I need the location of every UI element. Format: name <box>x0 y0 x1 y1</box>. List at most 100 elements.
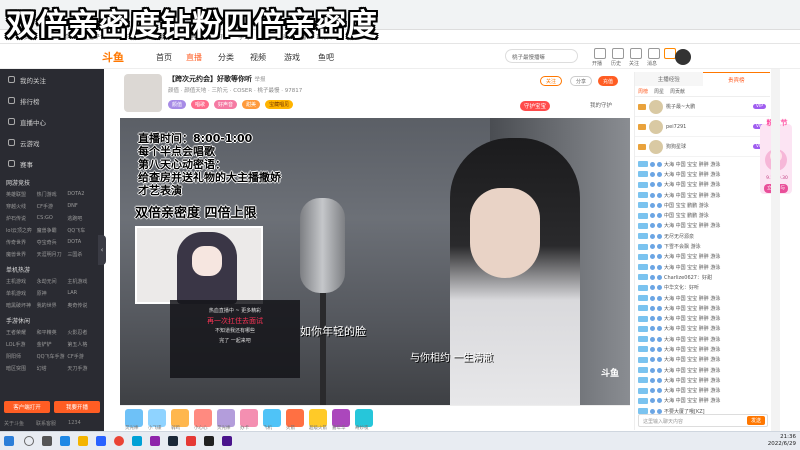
category-link[interactable]: 魔兽争霸 <box>37 227 68 234</box>
category-link[interactable]: 夺宝奇兵 <box>37 239 68 246</box>
search-input[interactable]: 桃子最慢播嘛 <box>505 49 578 63</box>
category-link[interactable]: 热门游戏 <box>37 191 68 198</box>
streamer-avatar[interactable] <box>124 74 162 112</box>
category-link[interactable]: LOL手游 <box>6 341 37 348</box>
nav-game[interactable]: 游戏 <box>284 52 300 63</box>
category-link[interactable]: 暗区突围 <box>6 365 37 372</box>
category-link[interactable]: 英雄联盟 <box>6 191 37 198</box>
app-icon[interactable] <box>222 436 232 446</box>
room-tag[interactable]: 唱歌 <box>191 100 210 109</box>
message-icon[interactable] <box>648 48 660 59</box>
category-link[interactable]: 永劫无间 <box>37 278 68 285</box>
rank-row[interactable]: 桃子最~大鹏 VIP <box>635 97 770 117</box>
category-link[interactable]: 主机游戏 <box>6 278 37 285</box>
sidebar-item-cloud[interactable]: 云游戏 <box>0 132 104 153</box>
chat-message[interactable]: 大海 中国 宝宝 胖胖 游泳 <box>638 313 767 323</box>
category-link[interactable]: 魔兽世界 <box>6 251 37 258</box>
category-link[interactable]: 穿越火线 <box>6 203 37 210</box>
category-link[interactable]: CF手游 <box>37 203 68 210</box>
video-player[interactable]: 直播时间：8:00-1:00 每个半点会唱歌 第八天心动密语： 给查房并送礼物的… <box>120 118 630 405</box>
subtab-star[interactable]: 周星 <box>654 88 664 95</box>
chat-message[interactable]: 大海 中国 宝宝 胖胖 游泳 <box>638 375 767 385</box>
category-link[interactable]: 和平精英 <box>37 329 68 336</box>
app-icon[interactable] <box>150 436 160 446</box>
share-button[interactable]: 分享 <box>570 76 593 86</box>
chat-message[interactable]: 大海 中国 宝宝 胖胖 游泳 <box>638 386 767 396</box>
category-link[interactable]: lol云顶之弈 <box>6 227 37 234</box>
category-link[interactable]: 奥奇传说 <box>67 302 98 309</box>
system-clock[interactable]: 21:36 2022/6/29 <box>768 434 796 448</box>
category-link[interactable]: 炉石传说 <box>6 215 37 222</box>
category-link[interactable]: QQ飞车手游 <box>37 353 68 360</box>
start-icon[interactable] <box>4 436 14 446</box>
chat-message[interactable]: Charlize0627：好甜 <box>638 272 767 282</box>
chat-message[interactable]: 大海 中国 宝宝 胖胖 游泳 <box>638 180 767 190</box>
nav-live[interactable]: 直播 <box>186 52 202 63</box>
category-link[interactable]: CF手游 <box>67 353 98 360</box>
chat-message[interactable]: 大海 中国 宝宝 胖胖 游泳 <box>638 262 767 272</box>
taskview-icon[interactable] <box>42 436 52 446</box>
follow-button[interactable]: 关注 <box>540 76 563 86</box>
category-link[interactable]: 王者荣耀 <box>6 329 37 336</box>
my-guard-link[interactable]: 我的守护 <box>590 101 612 109</box>
open-client-button[interactable]: 客户端打开 <box>4 401 50 413</box>
category-link[interactable]: LAR <box>67 290 98 297</box>
category-link[interactable]: 逃跑吧 <box>67 215 98 222</box>
category-link[interactable]: 幻塔 <box>37 365 68 372</box>
chat-message[interactable]: 大海 中国 宝宝 胖胖 游泳 <box>638 303 767 313</box>
chat-input[interactable]: 这里输入聊天内容 发送 <box>638 414 768 427</box>
nav-video[interactable]: 视频 <box>250 52 266 63</box>
sidebar-item-follow[interactable]: 我的关注 <box>0 69 104 90</box>
chat-message[interactable]: 大海 中国 宝宝 胖胖 游泳 <box>638 221 767 231</box>
chat-message[interactable]: 大海 中国 宝宝 胖胖 游泳 <box>638 190 767 200</box>
nav-category[interactable]: 分类 <box>218 52 234 63</box>
explorer-icon[interactable] <box>78 436 88 446</box>
room-tag[interactable]: 甜美 <box>242 100 261 109</box>
footer-link[interactable]: 联系客服 <box>36 420 56 427</box>
sidebar-collapse-icon[interactable]: ‹ <box>98 235 106 265</box>
tab-anchor-exp[interactable]: 主播经验 <box>635 72 703 86</box>
room-tag[interactable]: 好声音 <box>214 100 238 109</box>
chat-message[interactable]: 大海 中国 宝宝 胖胖 游泳 <box>638 252 767 262</box>
subtab-contrib[interactable]: 周贡献 <box>670 88 685 95</box>
category-link[interactable]: 传奇世界 <box>6 239 37 246</box>
category-link[interactable]: 主机游戏 <box>67 278 98 285</box>
chat-message[interactable]: 下雪不会飘 游泳 <box>638 241 767 251</box>
broadcast-icon[interactable] <box>594 48 606 59</box>
category-link[interactable]: 三国杀 <box>67 251 98 258</box>
chat-message[interactable]: 大海 中国 宝宝 胖胖 游泳 <box>638 334 767 344</box>
tab-vip-rank[interactable]: 贵宾榜 <box>702 72 770 86</box>
chat-message[interactable]: 大海 中国 宝宝 胖胖 游泳 <box>638 344 767 354</box>
category-link[interactable]: 第五人格 <box>67 341 98 348</box>
category-link[interactable]: 暗黑破坏神 <box>6 302 37 309</box>
search-icon[interactable] <box>24 436 34 446</box>
category-link[interactable]: 金铲铲 <box>37 341 68 348</box>
recharge-button[interactable]: 充值 <box>598 76 619 86</box>
douyu-app-icon[interactable] <box>186 436 196 446</box>
app-icon[interactable] <box>204 436 214 446</box>
chat-message[interactable]: 大海 中国 宝宝 胖胖 游泳 <box>638 169 767 179</box>
room-tag[interactable]: 宝藏唱见 <box>265 100 294 109</box>
sidebar-item-esports[interactable]: 赛事 <box>0 153 104 174</box>
sidebar-item-rank[interactable]: 排行榜 <box>0 90 104 111</box>
nav-yuba[interactable]: 鱼吧 <box>318 52 334 63</box>
category-link[interactable]: 我的世界 <box>37 302 68 309</box>
category-link[interactable]: DOTA2 <box>67 191 98 198</box>
guard-badge[interactable]: 守护宝宝 <box>520 101 551 111</box>
sidebar-item-center[interactable]: 直播中心 <box>0 111 104 132</box>
rank-row[interactable]: pei7291 VIP <box>635 117 770 137</box>
rank-row[interactable]: 狗狗星球 VIP <box>635 137 770 157</box>
footer-link[interactable]: 1234 <box>68 420 81 427</box>
follow-icon[interactable] <box>630 48 642 59</box>
subtab-week[interactable]: 周榜 <box>638 88 648 95</box>
user-avatar[interactable] <box>675 49 691 65</box>
page-scrollbar[interactable] <box>771 69 780 431</box>
steam-icon[interactable] <box>168 436 178 446</box>
room-tag[interactable]: 颜值 <box>168 100 187 109</box>
chat-message[interactable]: 大海 中国 宝宝 胖胖 游泳 <box>638 355 767 365</box>
streamer-name[interactable]: 桃子最慢 <box>257 88 279 94</box>
chat-message[interactable]: 大海 中国 宝宝 胖胖 游泳 <box>638 365 767 375</box>
chat-message[interactable]: 大海 中国 宝宝 胖胖 游泳 <box>638 159 767 169</box>
category-link[interactable]: QQ飞车 <box>67 227 98 234</box>
category-link[interactable]: 单机游戏 <box>6 290 37 297</box>
